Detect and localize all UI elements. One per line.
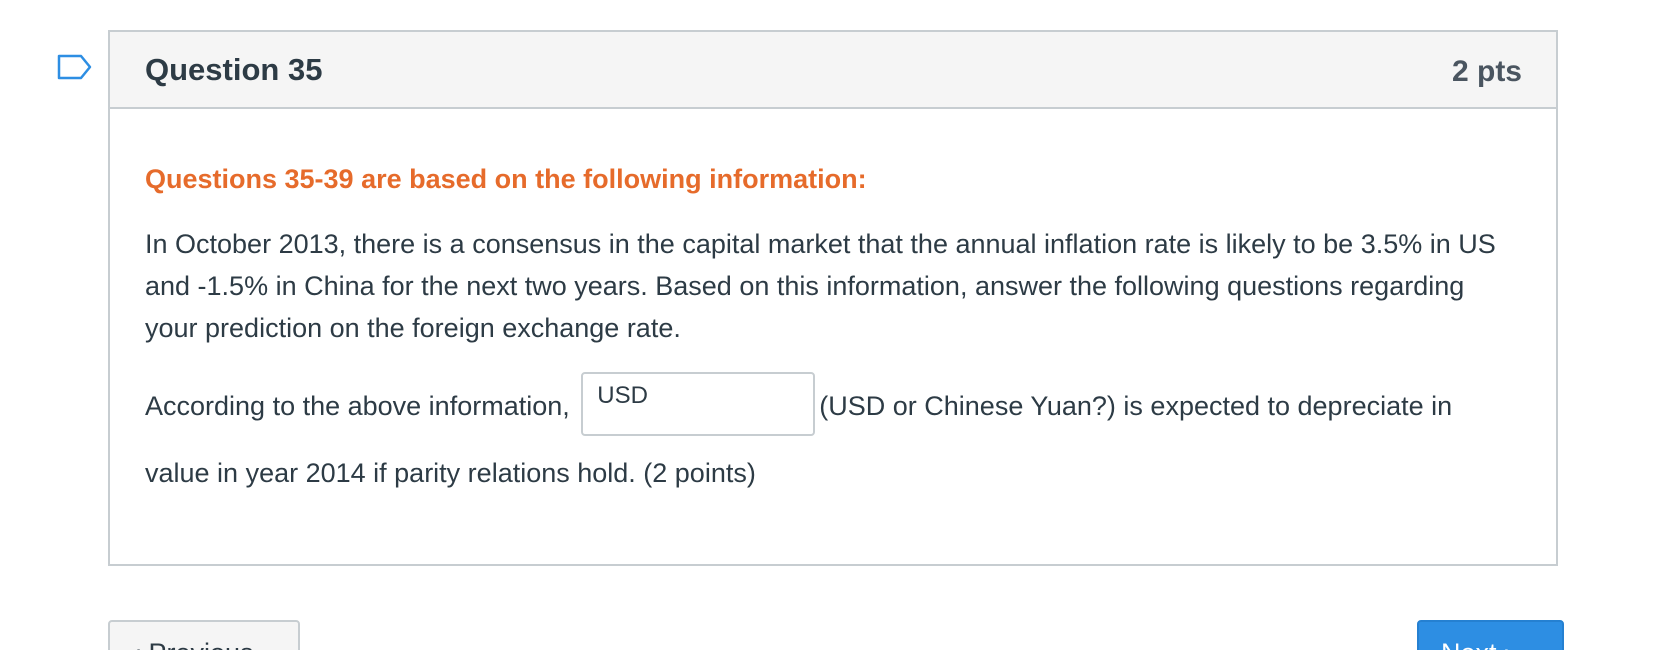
quiz-page: Question 35 2 pts Questions 35-39 are ba… xyxy=(0,0,1666,650)
answer-input[interactable] xyxy=(581,371,816,436)
question-points: 2 pts xyxy=(1451,54,1522,88)
question-title: Question 35 xyxy=(145,51,323,87)
answer-line: According to the above information, (USD… xyxy=(145,371,1521,506)
question-card: Question 35 2 pts Questions 35-39 are ba… xyxy=(108,30,1558,566)
next-button[interactable]: Next › xyxy=(1417,620,1564,650)
answer-prefix: According to the above information, xyxy=(145,391,570,421)
question-body: Questions 35-39 are based on the followi… xyxy=(110,161,1556,506)
previous-button[interactable]: ‹ Previous xyxy=(108,620,300,650)
intro-heading: Questions 35-39 are based on the followi… xyxy=(145,164,867,194)
flag-question-icon[interactable] xyxy=(57,54,93,80)
question-header: Question 35 2 pts xyxy=(110,32,1556,109)
info-text: In October 2013, there is a consensus in… xyxy=(145,229,1496,343)
